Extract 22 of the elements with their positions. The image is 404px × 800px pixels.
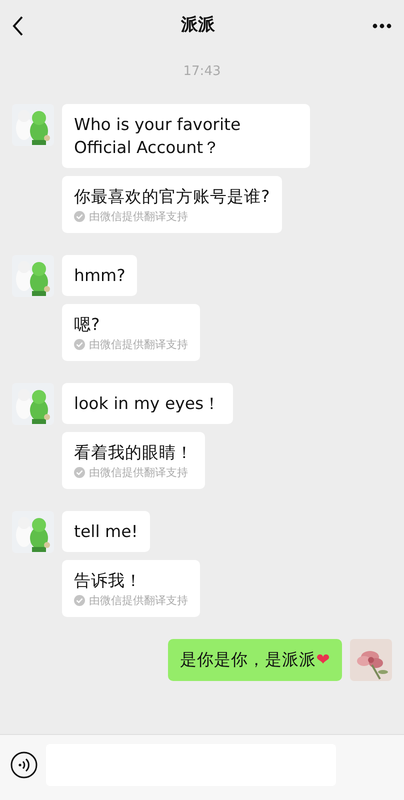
message-bubble: Who is your favorite Official Account？ [62, 104, 310, 168]
translation-note: 由微信提供翻译支持 [89, 210, 188, 224]
voice-icon[interactable] [10, 750, 38, 778]
translation-note: 由微信提供翻译支持 [89, 466, 188, 480]
back-icon[interactable] [12, 16, 24, 36]
check-icon [74, 595, 85, 606]
message-bubble: look in my eyes！ [62, 382, 233, 424]
translation-note: 由微信提供翻译支持 [89, 594, 188, 608]
translation-note: 由微信提供翻译支持 [89, 338, 188, 352]
check-icon [74, 467, 85, 478]
more-icon[interactable] [372, 23, 392, 29]
translation-text: 你最喜欢的官方账号是谁? [74, 186, 270, 208]
translation-text: 告诉我！ [74, 570, 143, 592]
check-icon [74, 211, 85, 222]
chat-title: 派派 [181, 14, 215, 38]
message-bubble: 是你是你，是派派❤ [168, 638, 342, 680]
translation-text: 嗯? [74, 314, 101, 336]
message-bubble: tell me! [62, 510, 150, 552]
message-bubble: hmm? [62, 254, 138, 296]
check-icon [74, 339, 85, 350]
timestamp: 17:43 [183, 63, 221, 81]
translation-text: 看着我的眼睛！ [74, 442, 193, 464]
